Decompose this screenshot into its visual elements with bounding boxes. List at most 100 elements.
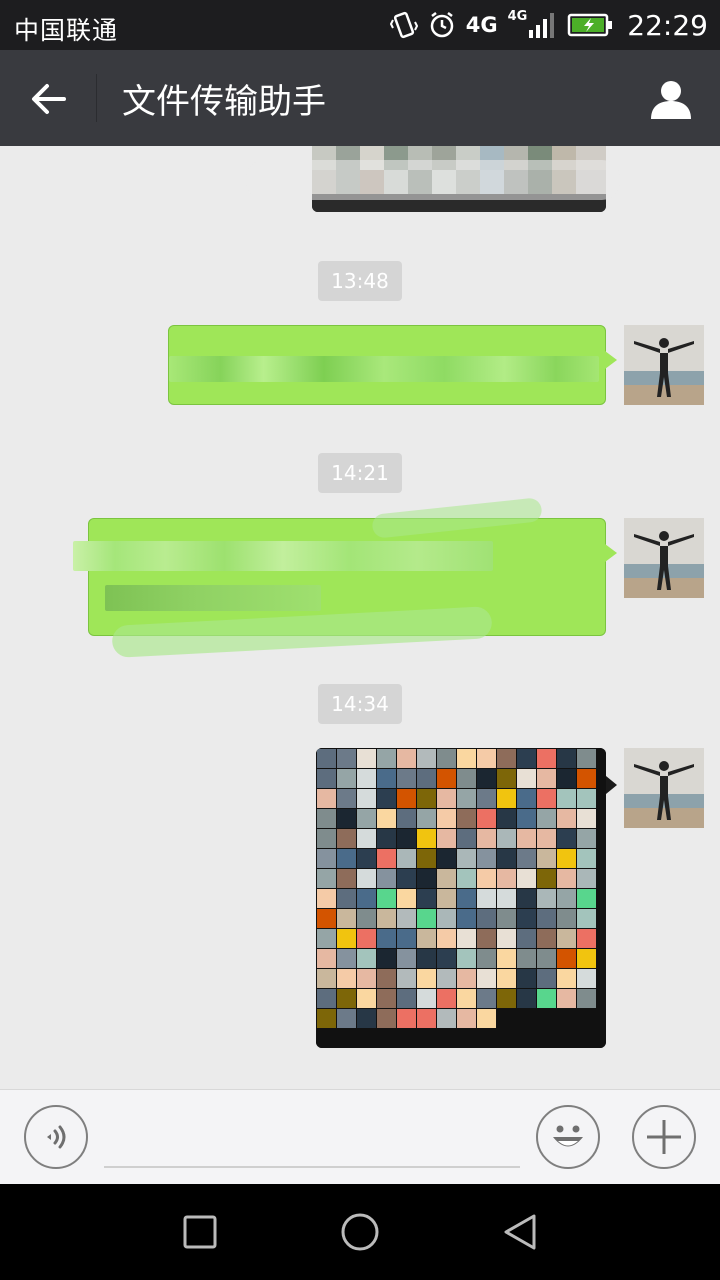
collage-tile	[437, 909, 456, 928]
collage-tile	[377, 749, 396, 768]
collage-tile	[377, 949, 396, 968]
collage-tile	[437, 869, 456, 888]
collage-tile	[557, 929, 576, 948]
collage-tile	[477, 1009, 496, 1028]
collage-tile	[477, 969, 496, 988]
title-bar: 文件传输助手	[0, 50, 720, 146]
collage-tile	[517, 869, 536, 888]
collage-tile	[357, 769, 376, 788]
image-tail	[606, 776, 617, 794]
collage-tile	[457, 869, 476, 888]
collage-tile	[317, 989, 336, 1008]
collage-tile	[477, 829, 496, 848]
collage-tile	[537, 929, 556, 948]
collage-tile	[537, 749, 556, 768]
collage-tile	[417, 789, 436, 808]
collage-tile	[437, 1009, 456, 1028]
back-nav-button[interactable]	[496, 1208, 544, 1256]
chat-info-button[interactable]	[644, 72, 698, 126]
collage-tile	[497, 869, 516, 888]
collage-tile	[517, 929, 536, 948]
collage-tile	[517, 909, 536, 928]
collage-tile	[337, 809, 356, 828]
collage-tile	[557, 989, 576, 1008]
collage-tile	[517, 789, 536, 808]
timestamp: 14:34	[318, 684, 402, 724]
collage-tile	[577, 989, 596, 1008]
navigation-bar	[0, 1184, 720, 1280]
collage-tile	[557, 809, 576, 828]
collage-tile	[497, 909, 516, 928]
collage-tile	[577, 809, 596, 828]
collage-tile	[537, 969, 556, 988]
collage-tile	[337, 849, 356, 868]
collage-tile	[417, 769, 436, 788]
collage-tile	[517, 949, 536, 968]
avatar-collage-image	[316, 748, 606, 1048]
collage-tile	[557, 849, 576, 868]
collage-tile	[377, 1009, 396, 1028]
avatar[interactable]	[624, 518, 704, 598]
collage-tile	[377, 849, 396, 868]
collage-tile	[477, 769, 496, 788]
collage-tile	[357, 849, 376, 868]
collage-tile	[457, 949, 476, 968]
collage-tile	[437, 969, 456, 988]
status-icons: 4G 4G 22:29	[389, 6, 708, 44]
collage-tile	[357, 809, 376, 828]
collage-tile	[497, 749, 516, 768]
collage-tile	[417, 869, 436, 888]
collage-tile	[357, 889, 376, 908]
collage-tile	[417, 989, 436, 1008]
collage-tile	[397, 909, 416, 928]
voice-button[interactable]	[24, 1105, 88, 1169]
vibrate-icon	[389, 10, 418, 40]
network-4g-icon: 4G	[465, 13, 498, 37]
collage-tile	[557, 949, 576, 968]
collage-tile	[317, 909, 336, 928]
collage-tile	[457, 849, 476, 868]
message-input[interactable]	[104, 1110, 520, 1168]
collage-tile	[397, 1009, 416, 1028]
emoji-button[interactable]	[536, 1105, 600, 1169]
collage-tile	[397, 809, 416, 828]
collage-tile	[577, 749, 596, 768]
collage-tile	[337, 829, 356, 848]
home-button[interactable]	[336, 1208, 384, 1256]
collage-tile	[457, 769, 476, 788]
collage-tile	[477, 749, 496, 768]
collage-tile	[457, 829, 476, 848]
collage-tile	[317, 829, 336, 848]
more-button[interactable]	[632, 1105, 696, 1169]
collage-tile	[457, 929, 476, 948]
collage-tile	[377, 769, 396, 788]
collage-tile	[557, 829, 576, 848]
collage-tile	[477, 869, 496, 888]
image-message[interactable]	[316, 748, 606, 1048]
collage-tile	[497, 969, 516, 988]
collage-tile	[437, 989, 456, 1008]
back-button[interactable]	[22, 72, 76, 126]
collage-tile	[317, 789, 336, 808]
collage-tile	[437, 809, 456, 828]
collage-tile	[517, 889, 536, 908]
collage-tile	[577, 789, 596, 808]
redacted-text	[73, 541, 493, 571]
collage-tile	[417, 969, 436, 988]
recent-apps-button[interactable]	[176, 1208, 224, 1256]
collage-tile	[517, 829, 536, 848]
collage-tile	[577, 849, 596, 868]
message-bubble[interactable]	[168, 325, 617, 405]
collage-tile	[317, 889, 336, 908]
avatar[interactable]	[624, 748, 704, 828]
collage-tile	[577, 909, 596, 928]
collage-tile	[317, 969, 336, 988]
collage-tile	[337, 1009, 356, 1028]
avatar[interactable]	[624, 325, 704, 405]
collage-tile	[317, 929, 336, 948]
collage-tile	[417, 829, 436, 848]
chat-area[interactable]: 13:48 14:21 14:34	[0, 146, 720, 1089]
collage-tile	[437, 889, 456, 908]
collage-tile	[577, 869, 596, 888]
collage-tile	[537, 849, 556, 868]
